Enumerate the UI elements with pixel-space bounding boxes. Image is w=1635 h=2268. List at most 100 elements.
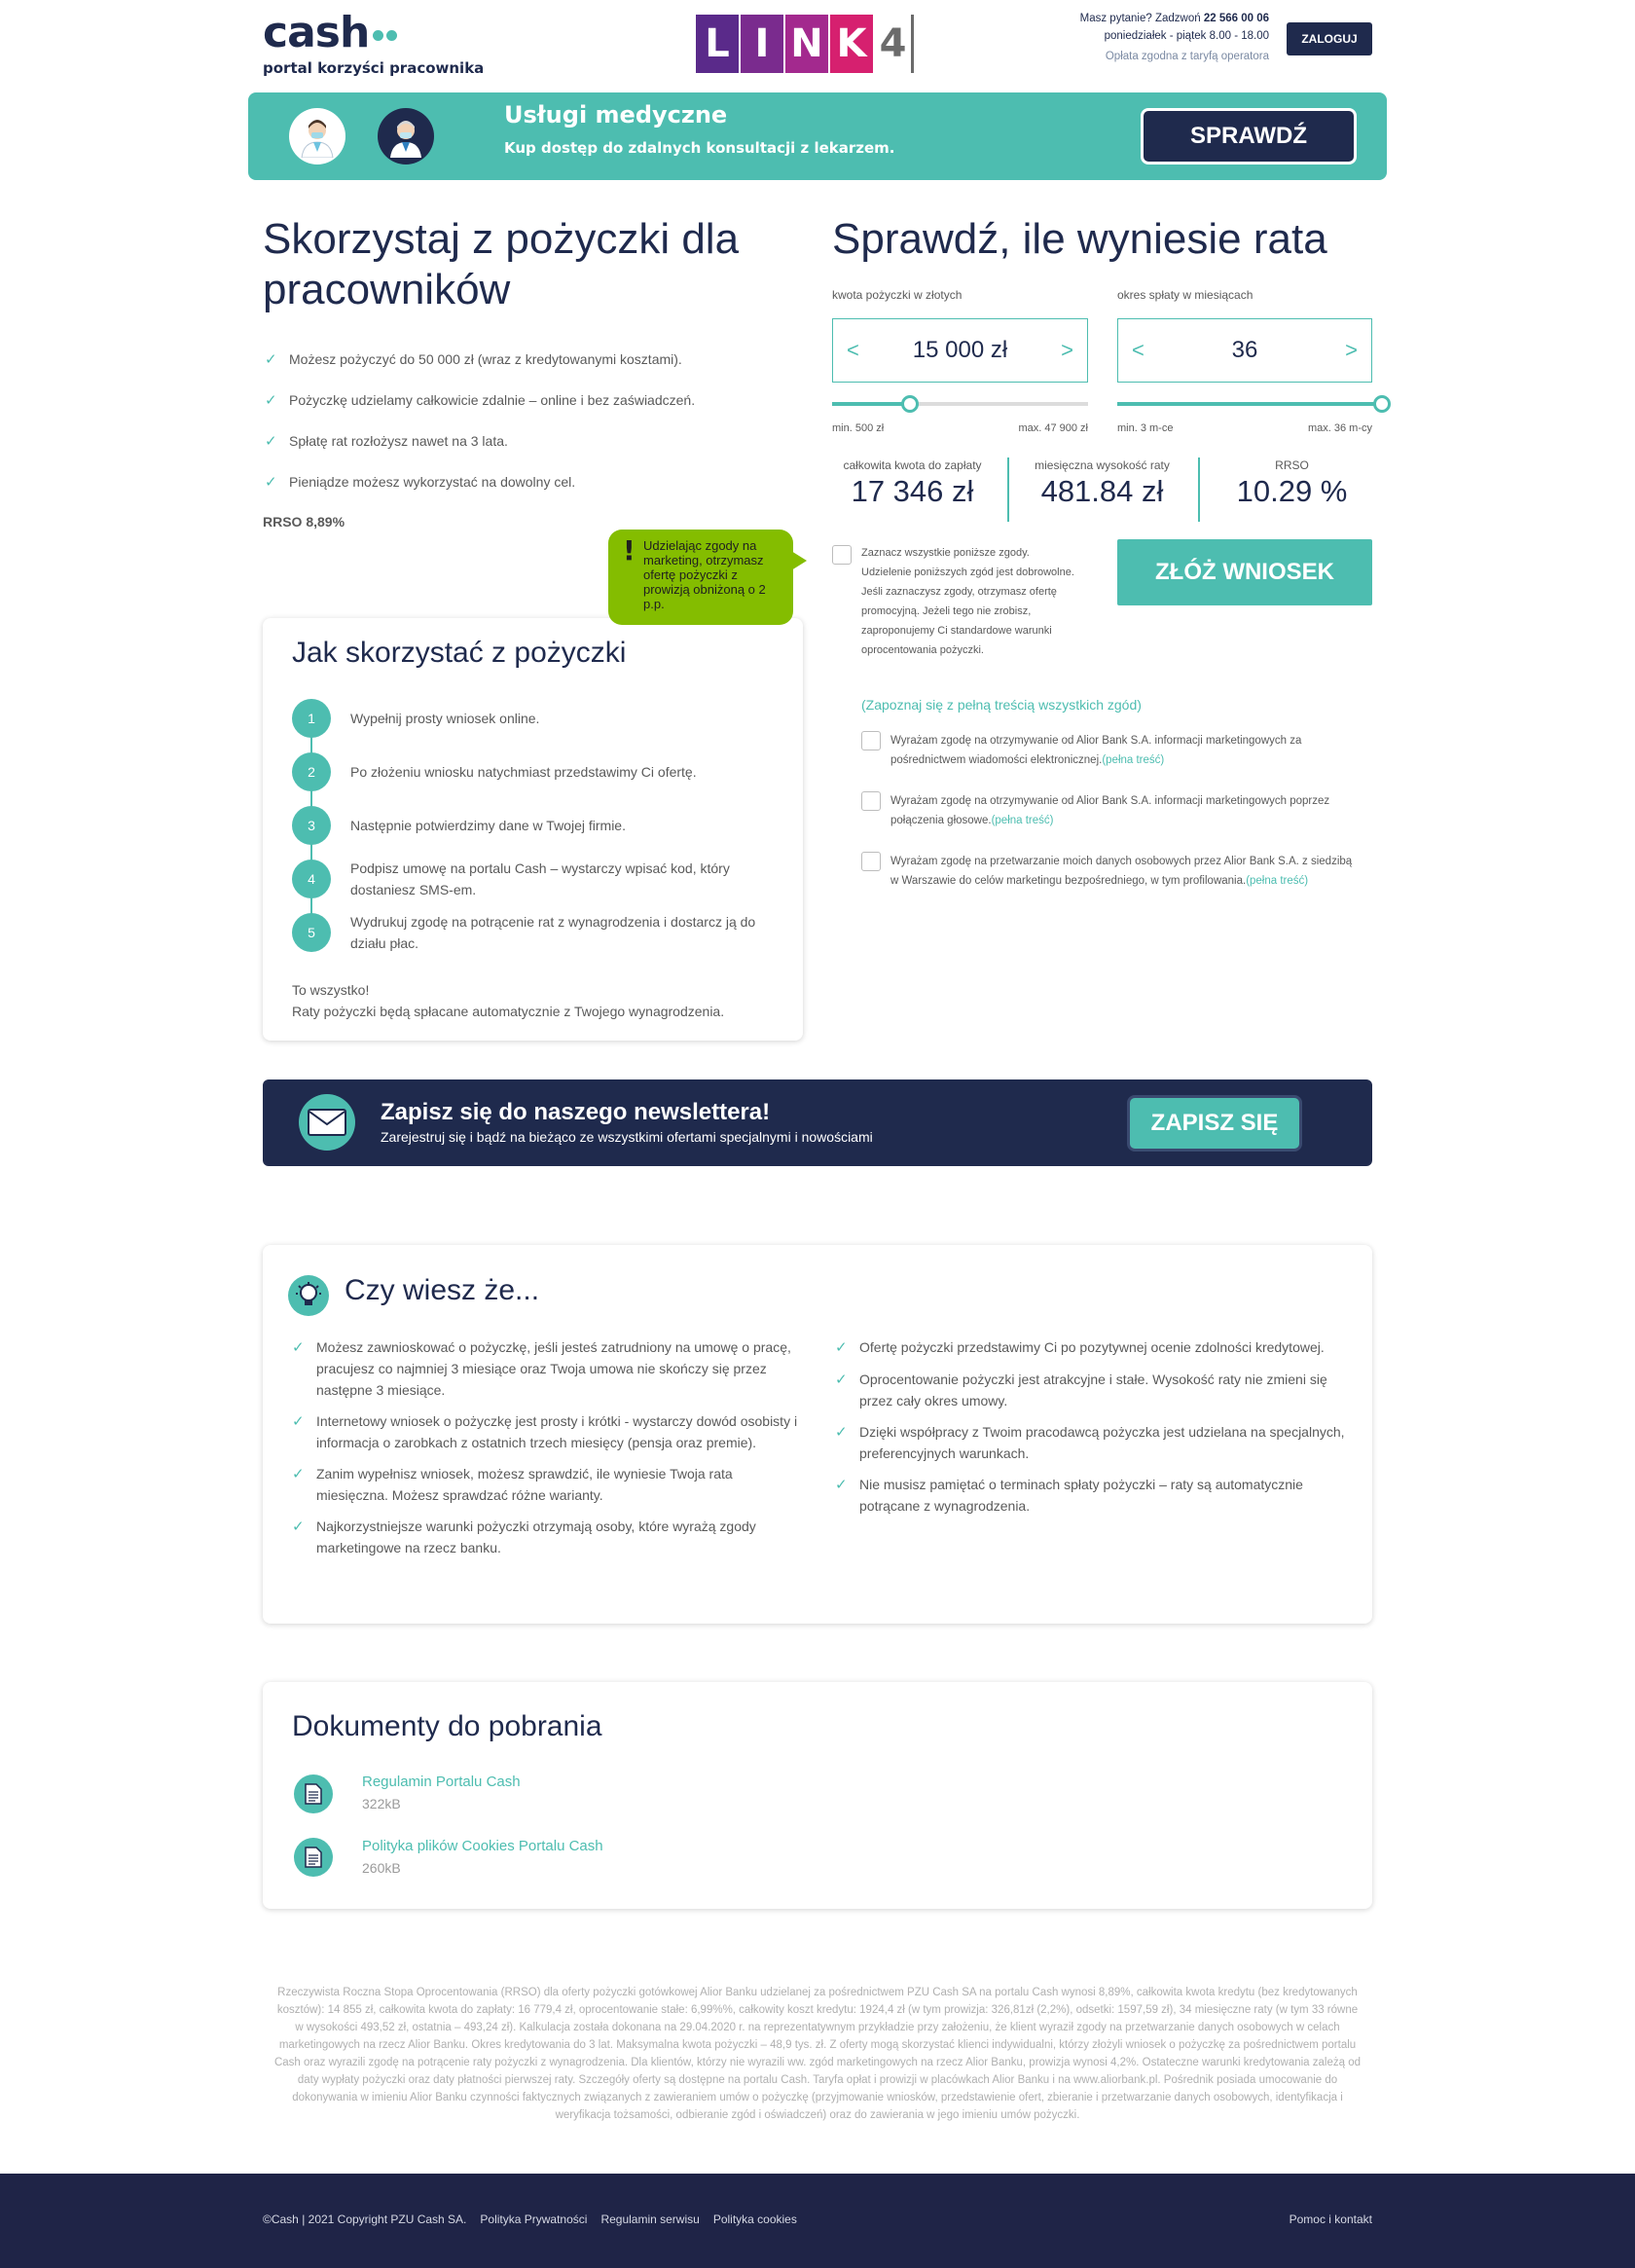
newsletter-banner: Zapisz się do naszego newslettera! Zarej…	[263, 1079, 1372, 1166]
total-value: 17 346 zł	[851, 474, 974, 508]
step-text: Po złożeniu wniosku natychmiast przedsta…	[350, 764, 697, 780]
fact-text: Nie musisz pamiętać o terminach spłaty p…	[859, 1477, 1303, 1514]
step-text: Wypełnij prosty wniosek online.	[350, 711, 540, 726]
chevron-left-icon[interactable]: <	[1132, 338, 1144, 363]
period-value[interactable]: 36	[1232, 337, 1258, 364]
lightbulb-icon	[288, 1275, 329, 1316]
partner-letter: 4	[875, 15, 914, 73]
login-button[interactable]: ZALOGUJ	[1287, 22, 1372, 55]
rrso-value: 10.29 %	[1236, 474, 1348, 508]
doctor-avatar	[378, 108, 434, 165]
period-stepper[interactable]: < 36 >	[1117, 318, 1372, 383]
documents-card: Dokumenty do pobrania Regulamin Portalu …	[263, 1682, 1372, 1909]
did-you-know-right: ✓ Ofertę pożyczki przedstawimy Ci po pozy…	[835, 1336, 1351, 1517]
footer-copyright: ©Cash | 2021 Copyright PZU Cash SA.	[263, 2213, 467, 2226]
amount-max: max. 47 900 zł	[1018, 422, 1088, 434]
step-number: 3	[292, 806, 331, 845]
doctor-icon	[301, 120, 334, 158]
period-slider-handle[interactable]	[1373, 395, 1391, 413]
did-you-know-left: ✓ Możesz zawnioskować o pożyczkę, jeśli j…	[292, 1336, 808, 1558]
footer-help-link[interactable]: Pomoc i kontakt	[1290, 2213, 1372, 2226]
rrso-info: RRSO 8,89%	[263, 514, 345, 530]
check-icon: ✓	[292, 1413, 305, 1430]
doctor-avatar	[289, 108, 345, 165]
select-all-checkbox[interactable]	[832, 545, 852, 565]
contact-info: Masz pytanie? Zadzwoń 22 566 00 06 ponie…	[1036, 10, 1269, 65]
fact-item: ✓ Ofertę pożyczki przedstawimy Ci po pozy…	[835, 1336, 1351, 1359]
fact-text: Możesz zawnioskować o pożyczkę, jeśli je…	[316, 1339, 791, 1398]
total-label: całkowita kwota do zapłaty	[843, 458, 982, 472]
consent-email-checkbox[interactable]	[861, 731, 881, 750]
summary-divider	[1007, 457, 1009, 522]
document-icon	[294, 1838, 333, 1877]
document-size: 322kB	[362, 1796, 401, 1811]
contact-line: Masz pytanie? Zadzwoń 22 566 00 06	[1036, 10, 1269, 27]
consent-phone-checkbox[interactable]	[861, 791, 881, 811]
doctor-icon	[390, 121, 421, 158]
check-icon: ✓	[292, 1518, 305, 1535]
chevron-right-icon[interactable]: >	[1345, 338, 1358, 363]
banner-subtitle: Kup dostęp do zdalnych konsultacji z lek…	[504, 139, 895, 157]
fact-item: ✓ Zanim wypełnisz wniosek, możesz sprawdz…	[292, 1463, 808, 1506]
apply-button[interactable]: ZŁÓŻ WNIOSEK	[1117, 539, 1372, 605]
chevron-right-icon[interactable]: >	[1061, 338, 1073, 363]
amount-slider-track[interactable]	[832, 395, 1088, 413]
benefit-item: ✓ Spłatę rat rozłożysz nawet na 3 lata.	[265, 430, 771, 452]
legal-disclaimer: Rzeczywista Roczna Stopa Oprocentowania …	[273, 1987, 1361, 2121]
amount-value[interactable]: 15 000 zł	[913, 337, 1007, 364]
footer-links: ©Cash | 2021 Copyright PZU Cash SA. Poli…	[263, 2213, 797, 2226]
fact-text: Oprocentowanie pożyczki jest atrakcyjne …	[859, 1372, 1327, 1408]
how-to-title: Jak skorzystać z pożyczki	[292, 637, 627, 669]
fact-item: ✓ Oprocentowanie pożyczki jest atrakcyjne…	[835, 1369, 1351, 1411]
cash-logo[interactable]: cash portal korzyści pracownika	[263, 8, 484, 77]
contact-phone[interactable]: 22 566 00 06	[1204, 13, 1269, 24]
steps-outro: To wszystko! Raty pożyczki będą spłacane…	[292, 979, 779, 1022]
partner-logo-link4: L I N K 4	[696, 15, 914, 73]
page-title: Skorzystaj z pożyczki dla pracowników	[263, 215, 740, 313]
amount-slider-handle[interactable]	[901, 395, 919, 413]
how-to-card: Jak skorzystać z pożyczki 1 Wypełnij pro…	[263, 618, 803, 1041]
installment-value: 481.84 zł	[1040, 474, 1164, 508]
check-icon: ✓	[265, 351, 277, 368]
contact-fee: Opłata zgodna z taryfą operatora	[1105, 51, 1269, 62]
select-all-label: Zaznacz wszystkie poniższe zgody. Udziel…	[861, 547, 1074, 656]
consent-full-link[interactable]: (pełna treść)	[992, 815, 1054, 826]
consent-full-link[interactable]: (pełna treść)	[1246, 875, 1308, 887]
footer-link-privacy[interactable]: Polityka Prywatności	[480, 2213, 587, 2226]
logo-dot	[386, 30, 398, 41]
calculator-title: Sprawdź, ile wyniesie rata	[832, 215, 1327, 263]
fact-item: ✓ Możesz zawnioskować o pożyczkę, jeśli j…	[292, 1336, 808, 1401]
consent-profiling-checkbox[interactable]	[861, 852, 881, 871]
exclamation-icon: !	[623, 534, 636, 567]
fact-text: Najkorzystniejsze warunki pożyczki otrzy…	[316, 1518, 756, 1555]
did-you-know-card: Czy wiesz że... ✓ Możesz zawnioskować o p…	[263, 1245, 1372, 1624]
chevron-left-icon[interactable]: <	[847, 338, 859, 363]
fact-text: Dzięki współpracy z Twoim pracodawcą poż…	[859, 1424, 1345, 1461]
newsletter-subscribe-button[interactable]: ZAPISZ SIĘ	[1127, 1095, 1302, 1152]
consent-full-link[interactable]: (pełna treść)	[1102, 754, 1164, 766]
fact-text: Zanim wypełnisz wniosek, możesz sprawdzi…	[316, 1466, 733, 1503]
footer-link-terms[interactable]: Regulamin serwisu	[600, 2213, 699, 2226]
document-link[interactable]: Polityka plików Cookies Portalu Cash	[362, 1838, 603, 1854]
newsletter-subtitle: Zarejestruj się i bądź na bieżąco ze wsz…	[381, 1129, 873, 1145]
amount-label: kwota pożyczki w złotych	[832, 288, 963, 302]
period-max: max. 36 m-cy	[1307, 422, 1372, 434]
installment-label: miesięczna wysokość raty	[1035, 458, 1170, 472]
full-consents-link[interactable]: (Zapoznaj się z pełną treścią wszystkich…	[861, 697, 1142, 713]
benefit-item: ✓ Możesz pożyczyć do 50 000 zł (wraz z kr…	[265, 348, 771, 370]
period-slider-track[interactable]	[1117, 395, 1391, 413]
document-link[interactable]: Regulamin Portalu Cash	[362, 1774, 521, 1790]
partner-letter: K	[830, 15, 873, 73]
partner-letter: L	[696, 15, 739, 73]
step-number: 1	[292, 699, 331, 738]
benefit-text: Możesz pożyczyć do 50 000 zł (wraz z kre…	[289, 351, 682, 367]
period-label: okres spłaty w miesiącach	[1117, 288, 1254, 302]
amount-stepper[interactable]: < 15 000 zł >	[832, 318, 1088, 383]
check-button[interactable]: SPRAWDŹ	[1141, 108, 1357, 165]
benefit-text: Pieniądze możesz wykorzystać na dowolny …	[289, 474, 576, 490]
did-you-know-title: Czy wiesz że...	[345, 1274, 540, 1306]
footer-link-cookies[interactable]: Polityka cookies	[713, 2213, 797, 2226]
step-text: Następnie potwierdzimy dane w Twojej fir…	[350, 818, 626, 833]
envelope-icon	[299, 1094, 355, 1151]
benefit-text: Pożyczkę udzielamy całkowicie zdalnie – …	[289, 392, 696, 408]
